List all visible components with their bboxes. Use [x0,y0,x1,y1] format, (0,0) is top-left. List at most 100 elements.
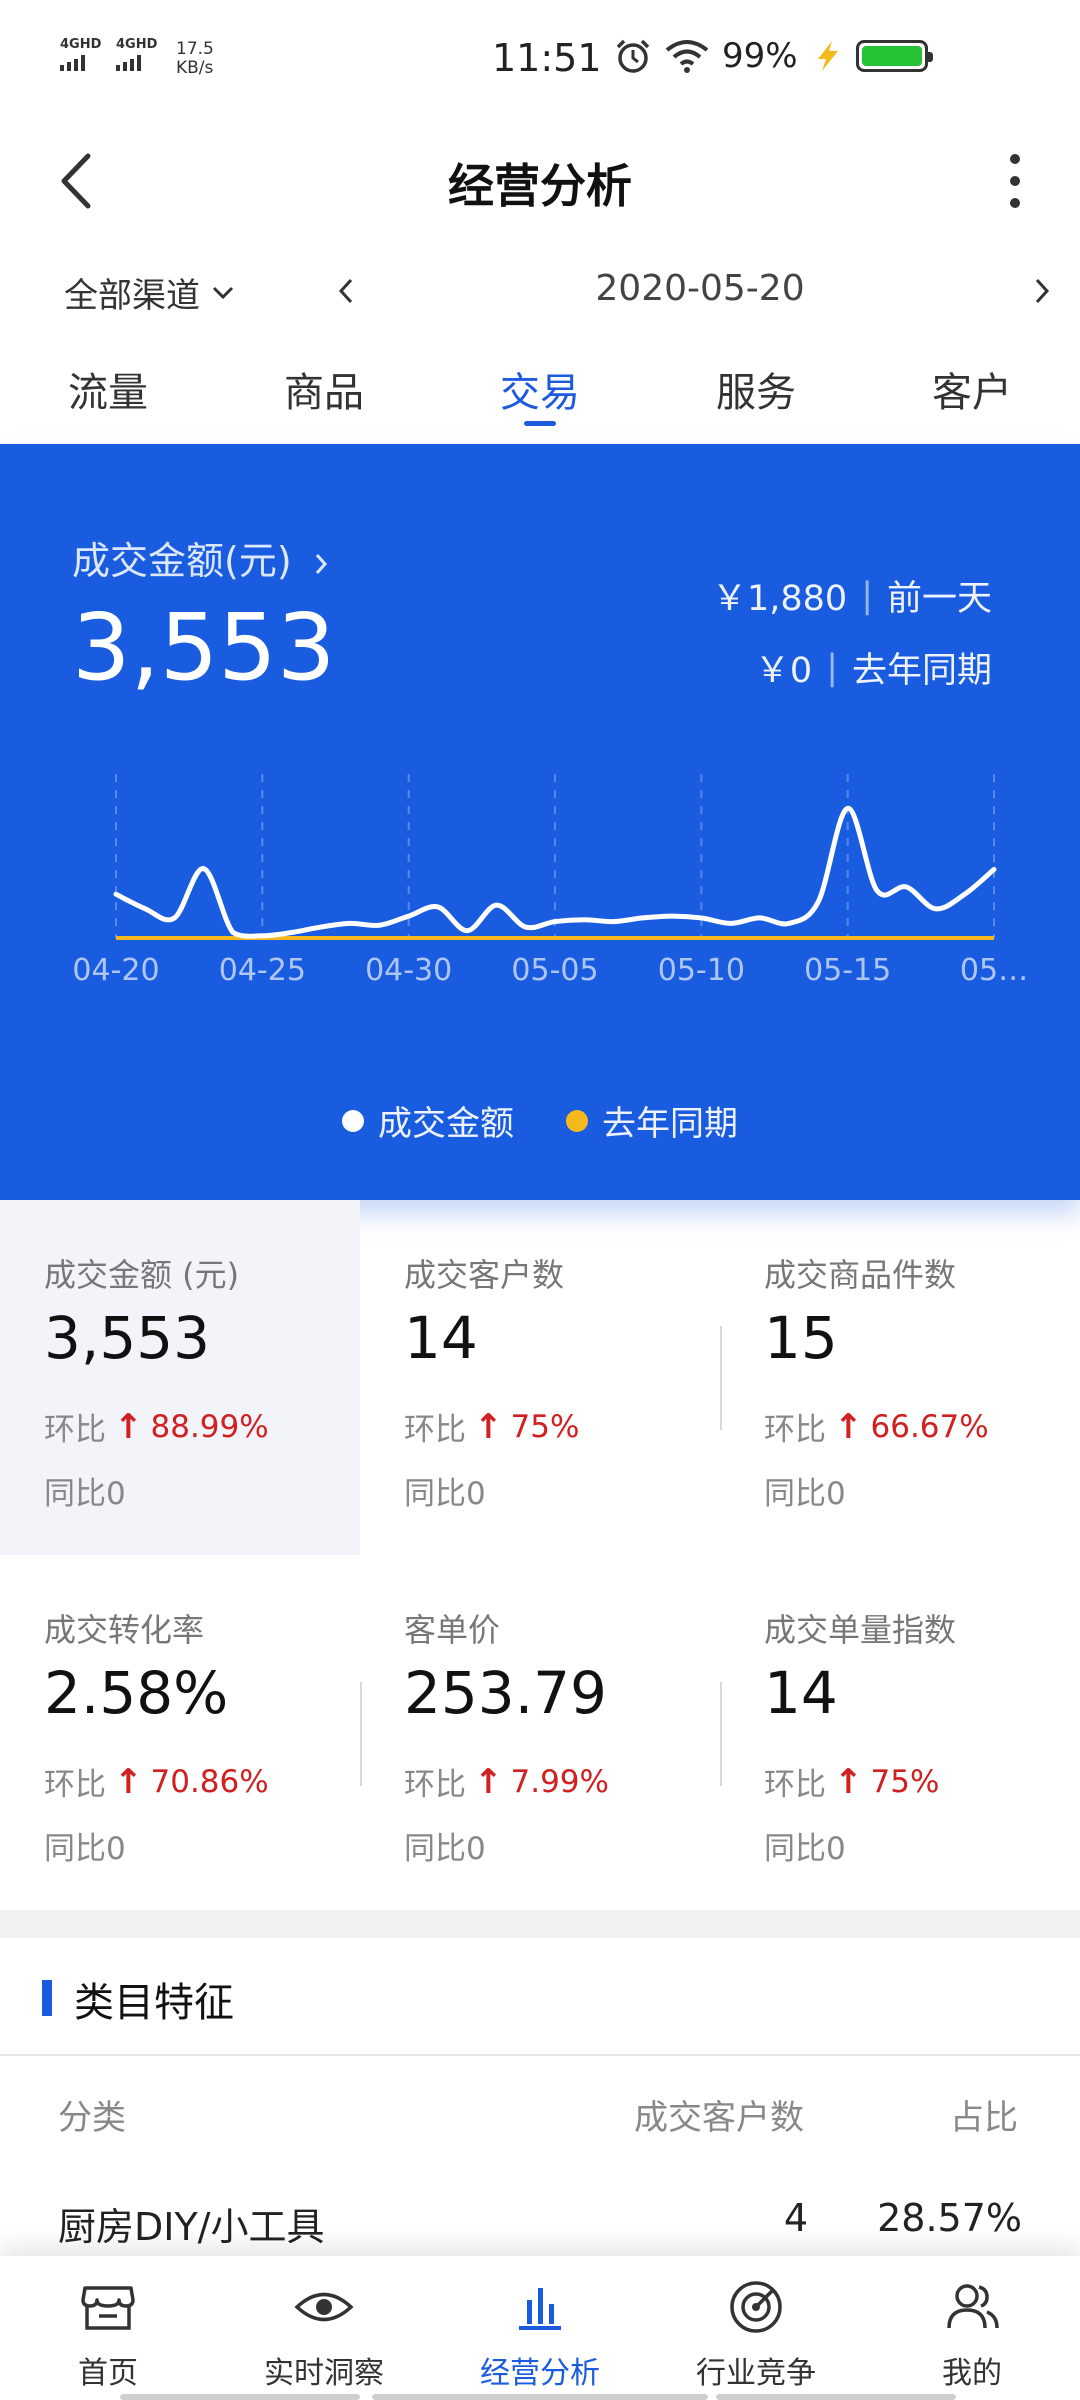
legend-last-year-label: 去年同期 [602,1104,738,1144]
mom-label: 环比 [764,1412,826,1448]
mom-label: 环比 [404,1767,466,1803]
category-table-header: 分类 成交客户数 占比 [0,2080,1080,2150]
chart-legend: 成交金额 去年同期 [0,1096,1080,1145]
net-speed: 17.5 KB/s [176,40,214,78]
x-tick-label: 05-15 [804,953,891,988]
category-section-header: 类目特征 [0,1938,1080,2056]
nav-label: 行业竞争 [696,2356,816,2391]
metric-value: 3,553 [44,1304,211,1372]
page-title: 经营分析 [448,159,632,213]
tab-product[interactable]: 商品 [216,350,432,440]
last-year-value: ￥0 [754,651,813,691]
metric-card-order-index[interactable]: 成交单量指数 14 环比 ↑ 75% 同比0 [720,1555,1080,1910]
bottom-nav: 首页 实时洞察 经营分析 行业竞争 我的 [0,2256,1080,2400]
separator: | [826,647,838,688]
more-button[interactable] [980,146,1050,216]
metrics-grid: 成交金额 (元) 3,553 环比 ↑ 88.99% 同比0 成交客户数 14 … [0,1200,1080,1910]
arrow-up-icon: ↑ [114,1406,143,1447]
signal-label-2: 4GHD [116,37,158,52]
metric-yoy: 同比0 [404,1831,486,1867]
metric-card-items[interactable]: 成交商品件数 15 环比 ↑ 66.67% 同比0 [720,1200,1080,1555]
signal-indicator-2: 4GHD [116,38,157,71]
mom-value: 66.67% [870,1408,989,1445]
x-tick-label: 05… [960,953,1028,988]
row-category: 厨房DIY/小工具 [58,2205,325,2249]
mom-label: 环比 [44,1767,106,1803]
alarm-icon [616,39,650,73]
radar-icon [730,2281,782,2333]
date-label[interactable]: 2020-05-20 [560,268,840,309]
nav-realtime[interactable]: 实时洞察 [216,2256,432,2400]
arrow-up-icon: ↑ [474,1761,503,1802]
arrow-up-icon: ↑ [474,1406,503,1447]
last-year-label: 去年同期 [851,651,992,691]
metric-value: 253.79 [404,1659,607,1727]
metric-label: 成交金额 (元) [44,1256,240,1294]
nav-industry[interactable]: 行业竞争 [648,2256,864,2400]
metric-value: 14 [404,1304,478,1372]
legend-sales-label: 成交金额 [378,1104,514,1144]
table-row[interactable]: 厨房DIY/小工具 4 28.57% [0,2188,1080,2258]
nav-business-analysis[interactable]: 经营分析 [432,2256,648,2400]
sales-amount-link[interactable]: 成交金额(元) [72,530,328,585]
mom-value: 75% [510,1408,580,1445]
net-speed-value: 17.5 [176,39,214,59]
home-indicator [372,2394,708,2400]
legend-sales[interactable]: 成交金额 [342,1096,514,1145]
chevron-down-icon [212,286,234,299]
user-icon [947,2284,999,2329]
nav-home[interactable]: 首页 [0,2256,216,2400]
metric-mom: 环比 ↑ 66.67% [764,1404,989,1449]
sales-trend-chart: 04-20 04-25 04-30 05-05 05-10 05-15 05… [72,774,1028,988]
mom-label: 环比 [404,1412,466,1448]
metric-card-avg-order-value[interactable]: 客单价 253.79 环比 ↑ 7.99% 同比0 [360,1555,720,1910]
status-icons: 99% [614,36,933,76]
metric-card-sales-amount[interactable]: 成交金额 (元) 3,553 环比 ↑ 88.99% 同比0 [0,1200,360,1555]
nav-label: 首页 [78,2356,138,2391]
prev-day-label: 前一天 [886,579,992,619]
col-share: 占比 [950,2098,1018,2138]
nav-label: 实时洞察 [264,2356,384,2391]
metric-value: 15 [764,1304,838,1372]
tab-service[interactable]: 服务 [648,350,864,440]
x-tick-label: 04-25 [219,953,306,988]
legend-last-year[interactable]: 去年同期 [566,1096,738,1145]
mom-value: 70.86% [150,1763,269,1800]
charging-icon [817,41,838,71]
prev-day-value: ￥1,880 [711,579,848,619]
metric-yoy: 同比0 [44,1831,126,1867]
legend-dot-last-year [566,1109,588,1132]
metric-label: 成交客户数 [404,1256,565,1294]
channel-dropdown[interactable]: 全部渠道 [64,268,234,317]
metric-label: 成交商品件数 [764,1256,957,1294]
wifi-icon [665,40,709,73]
arrow-up-icon: ↑ [834,1761,863,1802]
nav-label: 经营分析 [480,2356,600,2391]
metric-card-customers[interactable]: 成交客户数 14 环比 ↑ 75% 同比0 [360,1200,720,1555]
metric-yoy: 同比0 [404,1476,486,1512]
arrow-up-icon: ↑ [834,1406,863,1447]
eye-icon [294,2292,354,2322]
battery-percent: 99% [722,36,798,76]
tab-customer[interactable]: 客户 [864,350,1080,440]
battery-icon [855,40,933,72]
divider [720,1326,722,1430]
x-tick-label: 05-05 [511,953,598,988]
next-date-button[interactable] [1034,272,1050,313]
prev-date-button[interactable] [338,272,354,313]
mom-label: 环比 [764,1767,826,1803]
divider [360,1682,362,1786]
section-title: 类目特征 [74,1980,234,2026]
metric-value: 2.58% [44,1659,229,1727]
mom-value: 88.99% [150,1408,269,1445]
x-tick-label: 04-20 [72,953,159,988]
metric-yoy: 同比0 [764,1476,846,1512]
section-accent-bar [42,1980,52,2016]
tab-traffic[interactable]: 流量 [0,350,216,440]
nav-mine[interactable]: 我的 [864,2256,1080,2400]
metric-card-conversion-rate[interactable]: 成交转化率 2.58% 环比 ↑ 70.86% 同比0 [0,1555,360,1910]
prev-day-comparison: ￥1,880 | 前一天 [712,570,992,621]
tab-transaction[interactable]: 交易 [432,350,648,440]
metric-label: 成交单量指数 [764,1611,957,1649]
x-tick-label: 05-10 [658,953,745,988]
